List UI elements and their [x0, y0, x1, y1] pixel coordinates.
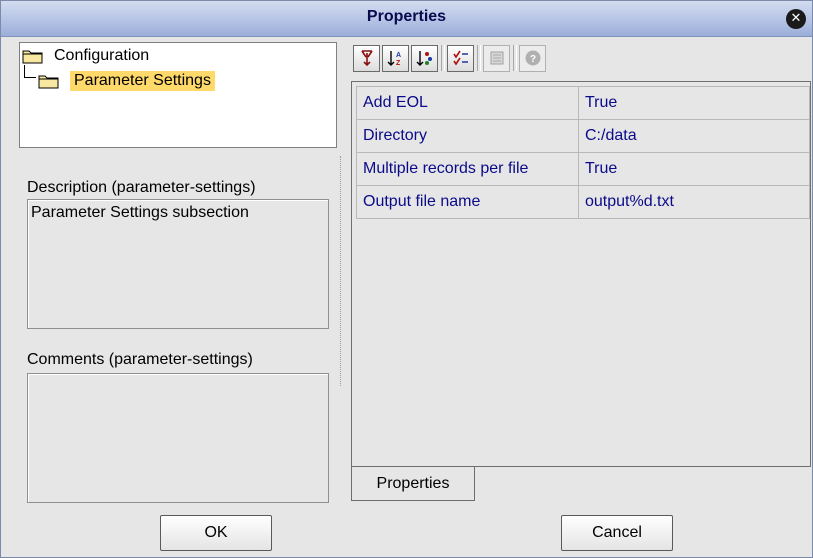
close-icon[interactable]: ✕ — [786, 9, 806, 29]
help-icon[interactable]: ? — [519, 44, 546, 72]
cancel-button[interactable]: Cancel — [561, 515, 673, 551]
toolbar-separator — [513, 45, 517, 71]
window-title: Properties — [366, 8, 447, 25]
property-name: Multiple records per file — [356, 152, 579, 186]
sort-type-icon[interactable] — [411, 44, 438, 72]
tree-connector — [24, 65, 36, 78]
property-table: Add EOL True Directory C:/data Multiple … — [356, 86, 810, 219]
property-value[interactable]: True — [578, 152, 810, 186]
property-value[interactable]: output%d.txt — [578, 185, 810, 219]
table-row[interactable]: Directory C:/data — [356, 119, 810, 153]
property-name: Add EOL — [356, 86, 579, 120]
sort-category-icon[interactable] — [353, 44, 380, 72]
table-row[interactable]: Add EOL True — [356, 86, 810, 120]
tree-item-configuration[interactable]: Configuration — [22, 45, 149, 67]
comments-textbox[interactable] — [27, 373, 329, 503]
filter-icon[interactable] — [447, 44, 474, 72]
property-value[interactable]: C:/data — [578, 119, 810, 153]
folder-icon — [38, 75, 59, 89]
tree-item-label: Configuration — [54, 47, 150, 64]
splitter-handle[interactable] — [340, 156, 344, 386]
property-name: Output file name — [356, 185, 579, 219]
table-row[interactable]: Multiple records per file True — [356, 152, 810, 186]
property-name: Directory — [356, 119, 579, 153]
description-textbox[interactable]: Parameter Settings subsection — [27, 199, 329, 329]
comments-label: Comments (parameter-settings) — [27, 351, 253, 368]
configuration-tree: Configuration Parameter Settings — [19, 42, 337, 148]
svg-text:A: A — [396, 52, 401, 59]
toolbar-separator — [441, 45, 445, 71]
sort-alpha-icon[interactable]: A Z — [382, 44, 409, 72]
description-label: Description (parameter-settings) — [27, 179, 256, 196]
property-value[interactable]: True — [578, 86, 810, 120]
svg-text:?: ? — [530, 54, 536, 65]
ok-button[interactable]: OK — [160, 515, 272, 551]
table-row[interactable]: Output file name output%d.txt — [356, 185, 810, 219]
toolbar-separator — [477, 45, 481, 71]
property-sheet: Add EOL True Directory C:/data Multiple … — [351, 81, 811, 467]
tree-item-parameter-settings[interactable]: Parameter Settings — [38, 70, 215, 92]
properties-dialog: Properties ✕ Configuration Parameter Set… — [0, 0, 813, 558]
svg-text:Z: Z — [396, 60, 401, 67]
properties-toolbar: A Z ? — [353, 43, 548, 73]
folder-icon — [22, 50, 43, 64]
customize-icon[interactable] — [483, 44, 510, 72]
title-bar[interactable]: Properties ✕ — [1, 1, 812, 37]
tree-item-label: Parameter Settings — [70, 71, 215, 91]
tab-properties[interactable]: Properties — [351, 467, 475, 501]
